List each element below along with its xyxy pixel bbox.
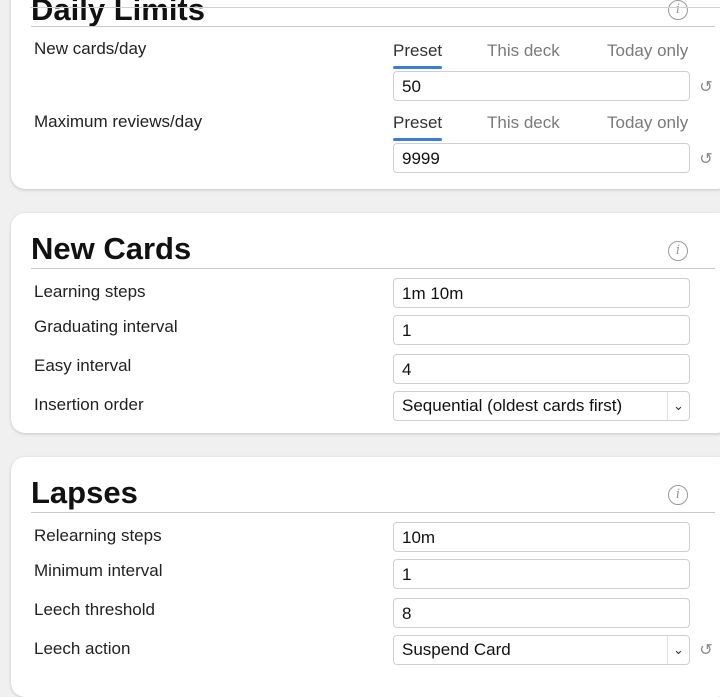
insertion-order-value: Sequential (oldest cards first) — [402, 396, 623, 415]
section-title: Daily Limits — [31, 0, 205, 27]
leech-action-label: Leech action — [34, 639, 131, 658]
tab-active-indicator — [393, 138, 442, 141]
tab-active-indicator — [393, 66, 442, 69]
easy-interval-label: Easy interval — [34, 356, 132, 375]
leech-threshold-input[interactable]: 8 — [393, 598, 690, 628]
revert-icon[interactable]: ↺ — [698, 80, 714, 96]
tab-preset[interactable]: Preset — [393, 40, 442, 62]
chevron-down-icon[interactable]: ⌄ — [667, 636, 689, 664]
maximum-reviews-per-day-label: Maximum reviews/day — [34, 112, 203, 131]
easy-interval-input[interactable]: 4 — [393, 354, 690, 384]
revert-icon[interactable]: ↺ — [698, 643, 714, 659]
section-divider — [31, 26, 715, 27]
daily-limits-section: Daily Limits i New cards/day Preset This… — [11, 0, 720, 189]
new-cards-per-day-input[interactable]: 50 — [393, 71, 690, 101]
learning-steps-label: Learning steps — [34, 282, 146, 301]
info-icon[interactable]: i — [668, 0, 688, 20]
tab-preset[interactable]: Preset — [393, 112, 442, 134]
revert-icon[interactable]: ↺ — [698, 152, 714, 168]
minimum-interval-label: Minimum interval — [34, 561, 163, 580]
tab-this-deck[interactable]: This deck — [487, 112, 560, 134]
info-icon[interactable]: i — [668, 485, 688, 505]
tab-this-deck[interactable]: This deck — [487, 40, 560, 62]
chevron-down-icon[interactable]: ⌄ — [667, 392, 689, 420]
tab-today-only[interactable]: Today only — [607, 112, 688, 134]
section-divider — [31, 268, 715, 269]
relearning-steps-label: Relearning steps — [34, 526, 162, 545]
insertion-order-select[interactable]: Sequential (oldest cards first) ⌄ — [393, 391, 690, 421]
tab-today-only[interactable]: Today only — [607, 40, 688, 62]
new-cards-section: New Cards i Learning steps 1m 10m Gradua… — [11, 213, 720, 433]
relearning-steps-input[interactable]: 10m — [393, 522, 690, 552]
section-divider — [31, 512, 715, 513]
info-icon[interactable]: i — [668, 241, 688, 261]
graduating-interval-input[interactable]: 1 — [393, 315, 690, 345]
maximum-reviews-per-day-input[interactable]: 9999 — [393, 143, 690, 173]
leech-action-value: Suspend Card — [402, 640, 511, 659]
graduating-interval-label: Graduating interval — [34, 317, 178, 336]
leech-action-select[interactable]: Suspend Card ⌄ — [393, 635, 690, 665]
learning-steps-input[interactable]: 1m 10m — [393, 278, 690, 308]
section-title: New Cards — [31, 231, 192, 266]
insertion-order-label: Insertion order — [34, 395, 144, 414]
new-cards-per-day-label: New cards/day — [34, 39, 147, 58]
leech-threshold-label: Leech threshold — [34, 600, 155, 619]
lapses-section: Lapses i Relearning steps 10m Minimum in… — [11, 457, 720, 697]
header-divider — [30, 7, 720, 8]
minimum-interval-input[interactable]: 1 — [393, 559, 690, 589]
section-title: Lapses — [31, 475, 138, 510]
